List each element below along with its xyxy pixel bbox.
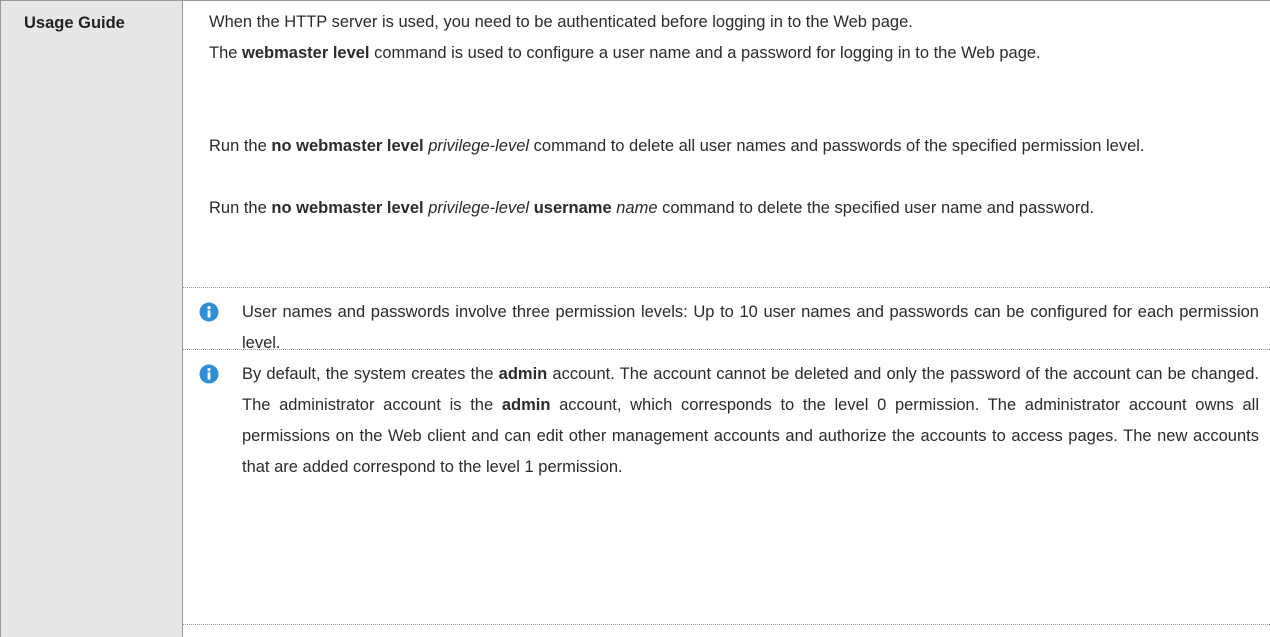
divider xyxy=(183,349,1270,350)
text-span: Run the xyxy=(209,137,272,155)
paragraph-http-auth: When the HTTP server is used, you need t… xyxy=(209,13,913,31)
text-span: Run the xyxy=(209,199,272,217)
text-span: command is used to configure a user name… xyxy=(369,44,1041,62)
paragraph-no-webmaster-username: Run the no webmaster level privilege-lev… xyxy=(209,193,1257,224)
command-argument: privilege-level xyxy=(428,137,530,155)
command-keyword: no webmaster level xyxy=(271,199,424,217)
divider xyxy=(183,624,1270,625)
content-cell: When the HTTP server is used, you need t… xyxy=(183,1,1270,637)
command-keyword: webmaster level xyxy=(242,44,370,62)
paragraph-webmaster-level: The webmaster level command is used to c… xyxy=(209,38,1257,69)
text-span: command to delete the specified user nam… xyxy=(657,199,1095,217)
text-span: command to delete all user names and pas… xyxy=(529,137,1145,155)
account-name: admin xyxy=(501,396,551,414)
command-keyword: no webmaster level xyxy=(271,137,424,155)
text-span: The xyxy=(209,44,243,62)
usage-guide-table: Usage Guide When the HTTP server is used… xyxy=(0,0,1270,637)
info-icon xyxy=(199,364,219,384)
row-label: Usage Guide xyxy=(24,14,125,32)
info-icon xyxy=(199,302,219,322)
text-span: By default, the system creates the xyxy=(242,365,499,383)
account-name: admin xyxy=(498,365,548,383)
note-text: By default, the system creates the admin… xyxy=(242,359,1259,483)
command-argument: name xyxy=(616,199,658,217)
divider xyxy=(183,287,1270,288)
command-argument: privilege-level xyxy=(428,199,530,217)
label-cell: Usage Guide xyxy=(0,1,183,637)
command-keyword: username xyxy=(533,199,612,217)
paragraph-no-webmaster-level: Run the no webmaster level privilege-lev… xyxy=(209,131,1257,162)
